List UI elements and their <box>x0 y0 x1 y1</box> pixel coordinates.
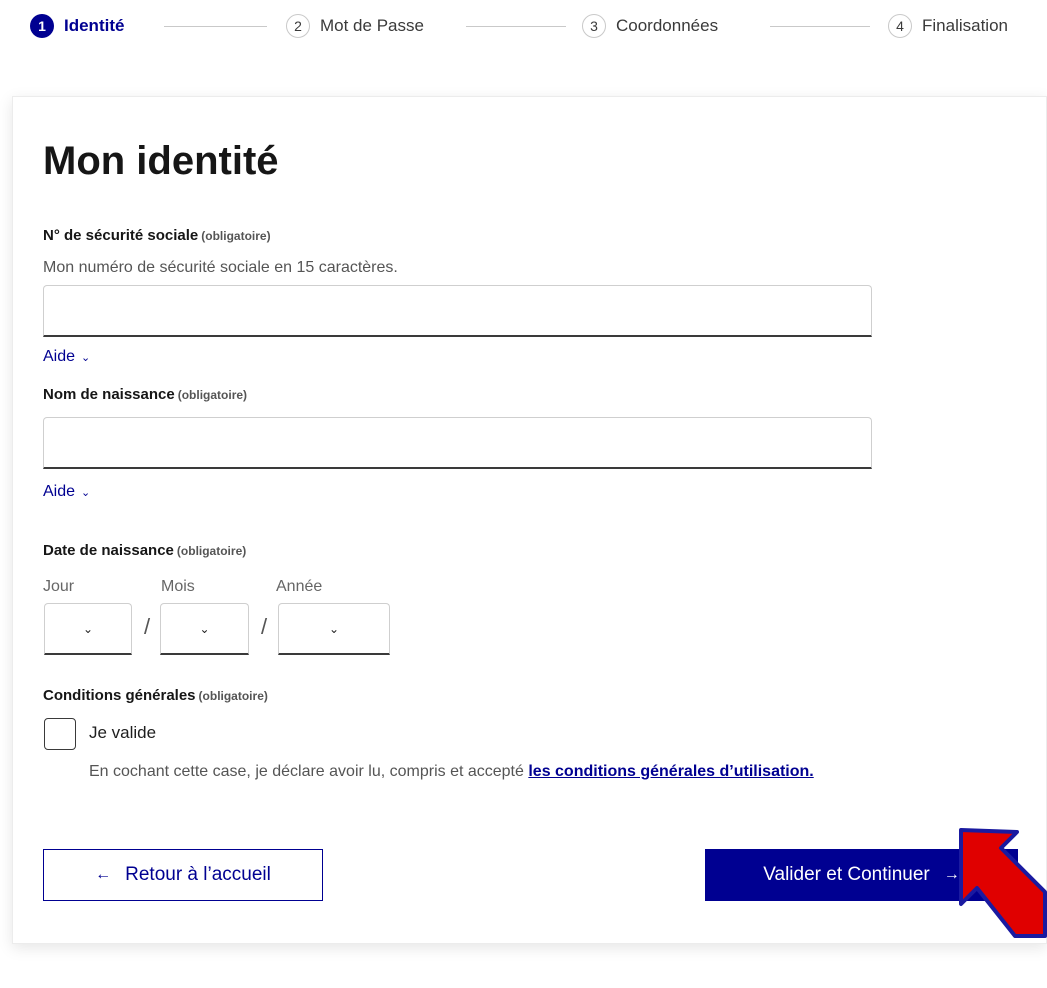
annotation-arrow-icon <box>959 828 1047 938</box>
required-tag: (obligatoire) <box>201 229 271 243</box>
birth-name-label-text: Nom de naissance <box>43 386 175 403</box>
date-separator: / <box>144 614 151 639</box>
step-identite: 1 Identité <box>30 12 124 40</box>
birth-date-label-text: Date de naissance <box>43 542 174 559</box>
step-coordonnees: 3 Coordonnées <box>582 12 718 40</box>
terms-text: En cochant cette case, je déclare avoir … <box>89 763 524 780</box>
step-connector <box>164 26 267 27</box>
ssn-help-toggle[interactable]: Aide ⌄ <box>43 348 90 366</box>
step-number: 3 <box>582 14 606 38</box>
step-number: 2 <box>286 14 310 38</box>
chevron-down-icon: ⌄ <box>81 486 91 499</box>
ssn-hint: Mon numéro de sécurité sociale en 15 car… <box>43 259 398 276</box>
birth-name-label: Nom de naissance (obligatoire) <box>43 386 247 403</box>
step-label: Mot de Passe <box>320 16 424 35</box>
day-label: Jour <box>43 578 75 595</box>
birth-name-input[interactable] <box>43 417 872 469</box>
terms-link[interactable]: les conditions générales d’utilisation. <box>528 763 813 780</box>
ssn-label: N° de sécurité sociale (obligatoire) <box>43 227 271 244</box>
step-label: Coordonnées <box>616 16 719 35</box>
terms-label-text: Conditions générales <box>43 687 196 704</box>
page-title: Mon identité <box>43 139 279 183</box>
month-select[interactable]: ⌄ <box>160 603 249 655</box>
step-number: 1 <box>30 14 54 38</box>
arrow-left-icon: ← <box>95 866 112 883</box>
submit-button-label: Valider et Continuer <box>763 864 930 885</box>
ssn-label-text: N° de sécurité sociale <box>43 227 199 244</box>
required-tag: (obligatoire) <box>177 388 248 402</box>
chevron-down-icon: ⌄ <box>81 351 91 364</box>
year-label: Année <box>276 578 323 595</box>
required-tag: (obligatoire) <box>198 689 268 703</box>
step-finalisation: 4 Finalisation <box>888 12 1008 40</box>
back-to-home-button[interactable]: ← Retour à l’accueil <box>43 849 323 901</box>
date-separator: / <box>261 614 268 639</box>
step-number: 4 <box>888 14 912 38</box>
chevron-down-icon: ⌄ <box>82 621 94 636</box>
chevron-down-icon: ⌄ <box>199 621 210 636</box>
day-select[interactable]: ⌄ <box>44 603 132 655</box>
terms-checkbox[interactable] <box>44 718 76 750</box>
identity-form-card: Mon identité N° de sécurité sociale (obli… <box>12 96 1047 944</box>
terms-checkbox-label[interactable]: Je valide <box>89 723 156 743</box>
progress-stepper: 1 Identité 2 Mot de Passe 3 Coordonnées … <box>0 0 1047 56</box>
terms-description: En cochant cette case, je déclare avoir … <box>89 763 814 781</box>
ssn-input[interactable] <box>43 285 872 337</box>
chevron-down-icon: ⌄ <box>328 621 340 636</box>
help-label: Aide <box>43 348 76 365</box>
birth-date-label: Date de naissance (obligatoire) <box>43 542 246 559</box>
step-connector <box>770 26 870 27</box>
year-select[interactable]: ⌄ <box>278 603 390 655</box>
month-label: Mois <box>161 578 195 595</box>
step-mot-de-passe: 2 Mot de Passe <box>286 12 424 40</box>
terms-label: Conditions générales (obligatoire) <box>43 687 268 704</box>
step-label: Finalisation <box>922 16 1008 35</box>
required-tag: (obligatoire) <box>176 544 247 558</box>
back-button-label: Retour à l’accueil <box>125 864 271 885</box>
help-label: Aide <box>43 483 76 500</box>
step-label: Identité <box>64 16 125 35</box>
step-connector <box>466 26 566 27</box>
birth-name-help-toggle[interactable]: Aide ⌄ <box>43 483 90 501</box>
